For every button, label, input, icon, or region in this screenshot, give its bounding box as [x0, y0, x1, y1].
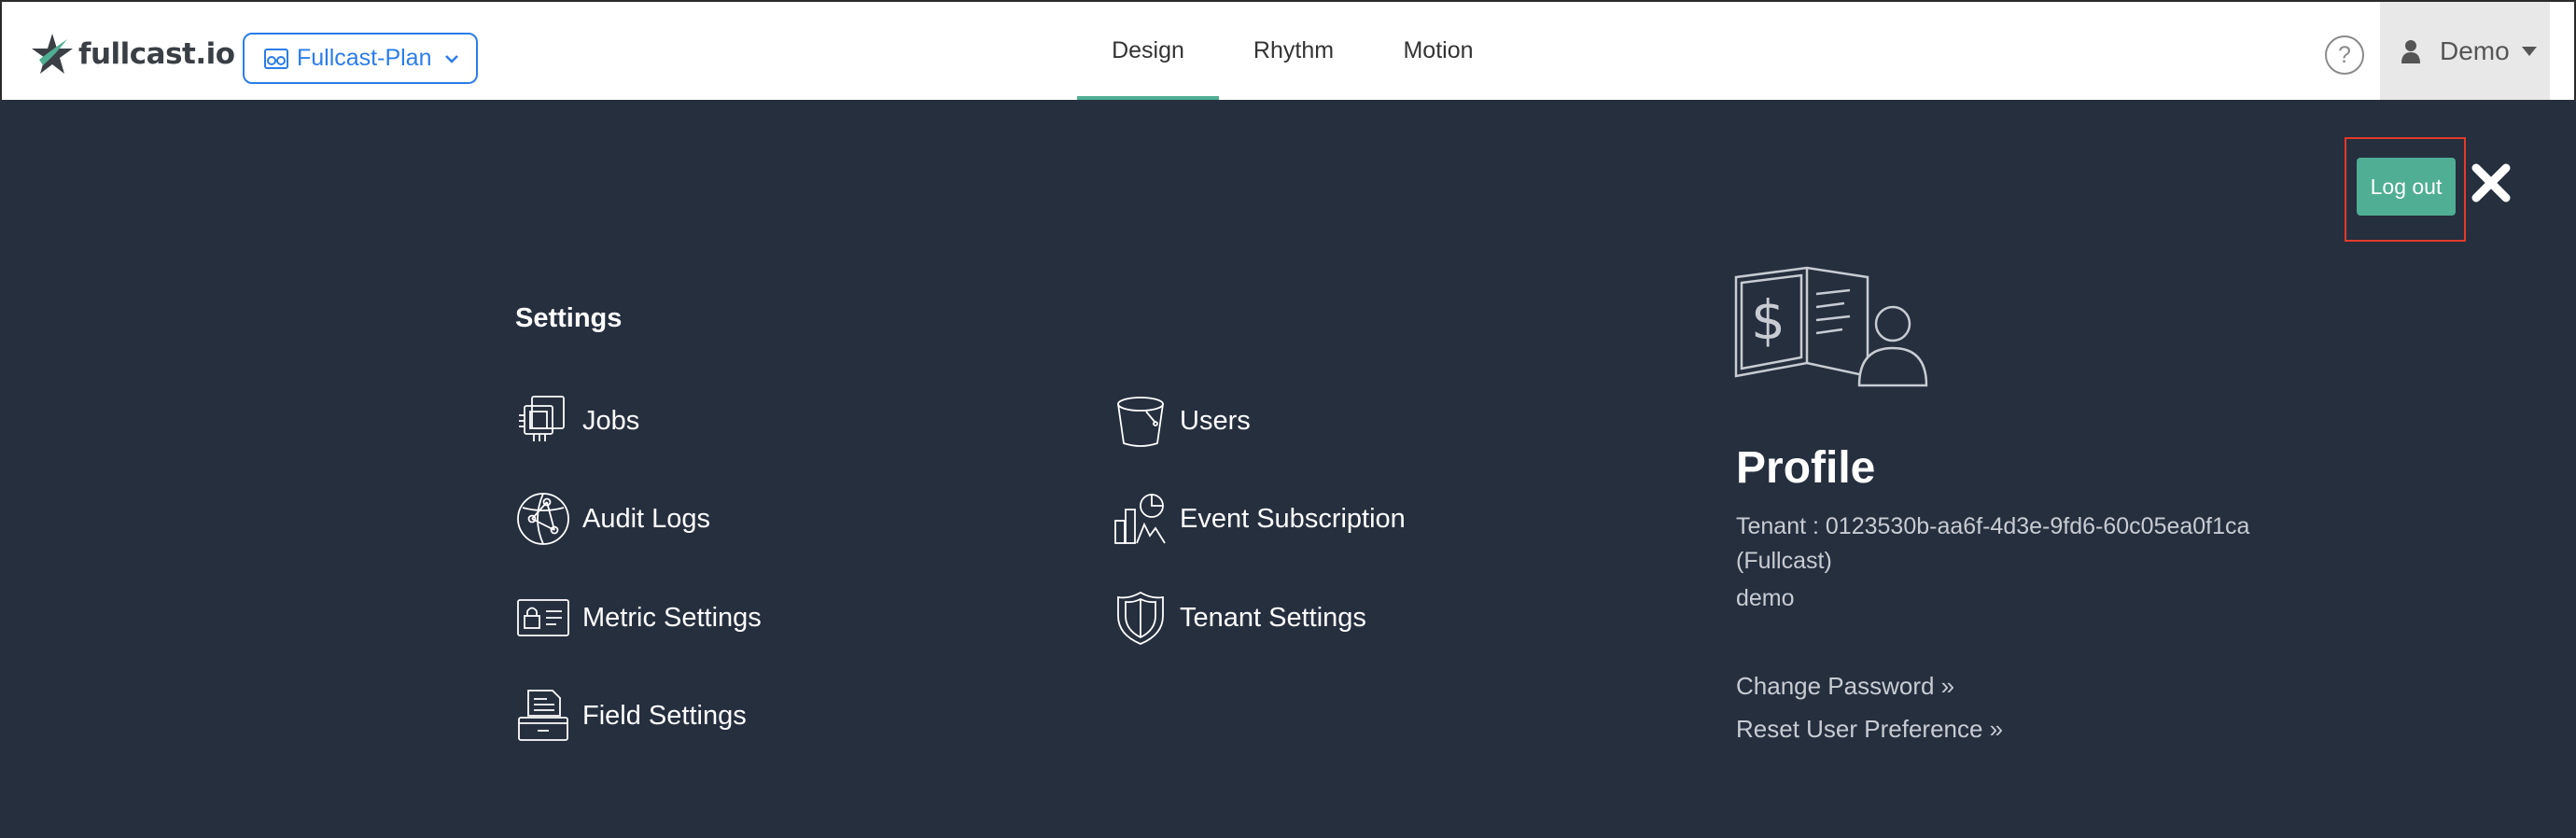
network-globe-icon	[517, 493, 569, 545]
svg-text:$: $	[1751, 288, 1785, 352]
profile-username: demo	[1736, 585, 1795, 611]
tenant-info: Tenant : 0123530b-aa6f-4d3e-9fd6-60c05ea…	[1736, 510, 2249, 579]
top-navigation-bar: fullcast.io Fullcast-Plan Design Rhythm …	[0, 0, 2576, 100]
settings-title: Settings	[515, 303, 623, 333]
plan-selector-button[interactable]: Fullcast-Plan	[243, 33, 478, 84]
tab-motion[interactable]: Motion	[1368, 2, 1508, 100]
tab-rhythm-label: Rhythm	[1253, 37, 1335, 63]
plan-glasses-icon	[264, 48, 288, 69]
star-logo-icon	[32, 34, 73, 74]
plan-selector-label: Fullcast-Plan	[297, 45, 432, 71]
logout-button[interactable]: Log out	[2357, 158, 2456, 216]
menu-item-tenant-settings-label: Tenant Settings	[1180, 602, 1366, 633]
tab-rhythm[interactable]: Rhythm	[1219, 2, 1368, 100]
tab-motion-label: Motion	[1403, 37, 1474, 63]
menu-item-metric-settings-label: Metric Settings	[582, 602, 762, 633]
file-drawer-icon	[518, 690, 568, 741]
help-button[interactable]: ?	[2325, 35, 2364, 75]
menu-item-audit-logs-label: Audit Logs	[582, 503, 711, 534]
settings-panel	[0, 100, 2576, 838]
menu-item-metric-settings[interactable]: Metric Settings	[515, 590, 762, 646]
change-password-link[interactable]: Change Password »	[1736, 672, 1954, 701]
chart-buildings-icon	[1114, 494, 1166, 544]
chevron-down-icon	[444, 54, 458, 63]
menu-item-users[interactable]: Users	[1113, 393, 1251, 449]
menu-item-event-subscription-label: Event Subscription	[1180, 503, 1406, 534]
main-tabs: Design Rhythm Motion	[1077, 2, 1508, 102]
menu-item-tenant-settings[interactable]: Tenant Settings	[1113, 590, 1366, 646]
menu-item-users-label: Users	[1180, 405, 1251, 436]
profile-title: Profile	[1736, 443, 1876, 493]
menu-item-field-settings[interactable]: Field Settings	[515, 688, 747, 744]
id-card-lock-icon	[517, 599, 569, 636]
menu-item-jobs[interactable]: Jobs	[515, 393, 639, 449]
help-icon: ?	[2338, 41, 2351, 68]
fullcast-logo[interactable]: fullcast.io	[30, 30, 235, 78]
tab-design[interactable]: Design	[1077, 2, 1219, 100]
profile-ledger-user-icon: $	[1734, 266, 1928, 387]
menu-item-jobs-label: Jobs	[582, 405, 640, 436]
tenant-id: Tenant : 0123530b-aa6f-4d3e-9fd6-60c05ea…	[1736, 513, 2250, 539]
menu-item-audit-logs[interactable]: Audit Logs	[515, 491, 710, 547]
tenant-name: (Fullcast)	[1736, 548, 1832, 574]
user-icon	[2401, 39, 2420, 63]
caret-down-icon	[2521, 46, 2537, 56]
menu-item-field-settings-label: Field Settings	[582, 700, 747, 731]
logo-text: fullcast.io	[78, 37, 235, 71]
menu-item-event-subscription[interactable]: Event Subscription	[1113, 491, 1406, 547]
reset-user-preference-link[interactable]: Reset User Preference »	[1736, 715, 2003, 744]
user-name: Demo	[2440, 35, 2510, 65]
user-menu-button[interactable]: Demo	[2380, 2, 2550, 100]
close-icon[interactable]	[2471, 162, 2512, 203]
shield-icon	[1117, 591, 1164, 645]
tab-design-label: Design	[1112, 37, 1184, 63]
chip-icon	[519, 396, 565, 441]
bucket-icon	[1117, 397, 1164, 447]
